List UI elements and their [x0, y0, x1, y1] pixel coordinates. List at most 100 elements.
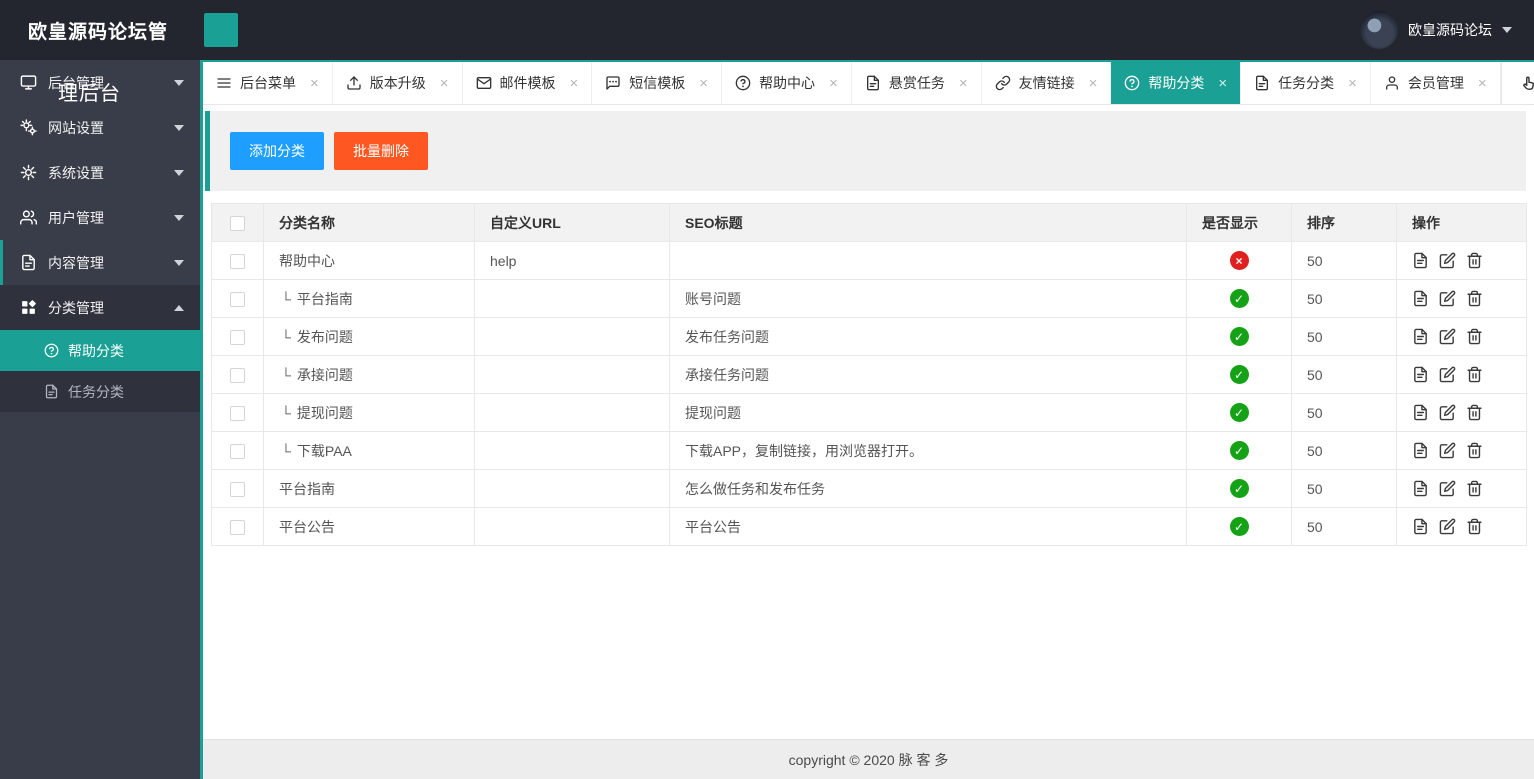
tab[interactable]: 帮助分类 × — [1111, 62, 1242, 104]
seo-title-cell: 承接任务问题 — [669, 355, 1187, 394]
tree-branch-glyph: └ — [281, 366, 291, 383]
sidebar-item[interactable]: 系统设置 — [0, 150, 200, 195]
actions-cell — [1396, 355, 1527, 394]
visible-on-icon[interactable]: ✓ — [1229, 441, 1249, 460]
visible-on-icon[interactable]: ✓ — [1229, 479, 1249, 498]
sidebar-item[interactable]: 用户管理 — [0, 195, 200, 240]
tab[interactable]: 邮件模板 × — [463, 62, 593, 104]
tab[interactable]: 帮助中心 × — [722, 62, 852, 104]
view-button[interactable] — [1412, 518, 1429, 535]
hand-pointer-icon — [1520, 75, 1534, 92]
tab-label: 任务分类 — [1278, 75, 1335, 91]
tab[interactable]: 悬赏任务 × — [852, 62, 982, 104]
tree-branch-glyph: └ — [281, 442, 291, 459]
tab-close-icon[interactable]: × — [570, 75, 579, 92]
sidebar-subitem-label: 任务分类 — [68, 383, 124, 400]
row-checkbox[interactable] — [230, 291, 245, 307]
delete-button[interactable] — [1466, 518, 1483, 535]
visible-on-icon[interactable]: ✓ — [1229, 365, 1249, 384]
view-button[interactable] — [1412, 252, 1429, 269]
row-checkbox[interactable] — [230, 519, 245, 535]
sidebar-subitem-label: 帮助分类 — [68, 342, 124, 359]
select-all-checkbox[interactable] — [230, 215, 245, 231]
seo-title-cell: 账号问题 — [669, 279, 1187, 318]
visible-on-icon[interactable]: ✓ — [1229, 403, 1249, 422]
sidebar-subitem[interactable]: 任务分类 — [0, 371, 200, 412]
visible-cell: × — [1186, 241, 1292, 280]
visible-on-icon[interactable]: ✓ — [1229, 289, 1249, 308]
user-menu[interactable]: 欧皇源码论坛 — [1360, 11, 1534, 49]
delete-button[interactable] — [1466, 442, 1483, 459]
view-button[interactable] — [1412, 480, 1429, 497]
tab-close-icon[interactable]: × — [310, 75, 319, 92]
sidebar-subitem[interactable]: 帮助分类 — [0, 330, 200, 371]
view-button[interactable] — [1412, 290, 1429, 307]
toolbar: 添加分类 批量删除 — [205, 111, 1526, 191]
view-button[interactable] — [1412, 328, 1429, 345]
add-category-button[interactable]: 添加分类 — [230, 132, 324, 170]
tab-close-icon[interactable]: × — [1089, 75, 1098, 92]
table-row: └ 下载PAA 下载APP，复制链接，用浏览器打开。 ✓ 50 — [211, 431, 1527, 470]
sidebar-item-label: 后台管理 — [48, 74, 104, 91]
sidebar-item[interactable]: 分类管理 — [0, 285, 200, 330]
tab-close-icon[interactable]: × — [829, 75, 838, 92]
row-checkbox[interactable] — [230, 367, 245, 383]
tab[interactable]: 短信模板 × — [592, 62, 723, 104]
app-logo: 欧皇源码论坛管 — [28, 21, 169, 43]
tree-branch-glyph: └ — [281, 328, 291, 345]
row-checkbox[interactable] — [230, 443, 245, 459]
edit-button[interactable] — [1439, 404, 1456, 421]
table-row: └ 提现问题 提现问题 ✓ 50 — [211, 393, 1527, 432]
sidebar-item[interactable]: 网站设置 — [0, 105, 200, 150]
visible-on-icon[interactable]: ✓ — [1229, 517, 1249, 536]
tab[interactable]: 任务分类 × — [1241, 62, 1371, 104]
delete-button[interactable] — [1466, 366, 1483, 383]
row-checkbox[interactable] — [230, 253, 245, 269]
sidebar-toggle-button[interactable] — [204, 13, 238, 47]
page-actions-dropdown[interactable]: 页面操作 — [1500, 62, 1534, 104]
edit-button[interactable] — [1439, 290, 1456, 307]
row-checkbox[interactable] — [230, 481, 245, 497]
edit-button[interactable] — [1439, 366, 1456, 383]
tab[interactable]: 友情链接 × — [982, 62, 1112, 104]
delete-button[interactable] — [1466, 290, 1483, 307]
tab-close-icon[interactable]: × — [1218, 75, 1227, 92]
tab[interactable]: 后台菜单 × — [203, 62, 333, 104]
tab-close-icon[interactable]: × — [1348, 75, 1357, 92]
view-button[interactable] — [1412, 442, 1429, 459]
view-button[interactable] — [1412, 366, 1429, 383]
edit-button[interactable] — [1439, 328, 1456, 345]
delete-button[interactable] — [1466, 328, 1483, 345]
delete-button[interactable] — [1466, 480, 1483, 497]
delete-button[interactable] — [1466, 252, 1483, 269]
edit-button[interactable] — [1439, 252, 1456, 269]
column-header: 排序 — [1291, 203, 1397, 242]
tab-label: 后台菜单 — [240, 75, 296, 91]
visible-cell: ✓ — [1186, 355, 1292, 394]
row-checkbox[interactable] — [230, 329, 245, 345]
tab-close-icon[interactable]: × — [1478, 75, 1487, 92]
edit-button[interactable] — [1439, 442, 1456, 459]
view-button[interactable] — [1412, 404, 1429, 421]
tab-close-icon[interactable]: × — [440, 75, 449, 92]
edit-button[interactable] — [1439, 480, 1456, 497]
table-row: └ 发布问题 发布任务问题 ✓ 50 — [211, 317, 1527, 356]
visible-on-icon[interactable]: ✓ — [1229, 327, 1249, 346]
tab[interactable]: 会员管理 × — [1371, 62, 1501, 104]
visible-off-icon[interactable]: × — [1229, 251, 1249, 270]
custom-url-cell — [474, 431, 670, 470]
copyright-text: copyright © 2020 脉 客 多 — [788, 751, 949, 768]
row-checkbox[interactable] — [230, 405, 245, 421]
edit-button[interactable] — [1439, 518, 1456, 535]
tab[interactable]: 版本升级 × — [333, 62, 463, 104]
delete-button[interactable] — [1466, 404, 1483, 421]
sidebar-item[interactable]: 内容管理 — [0, 240, 200, 285]
sidebar-item[interactable]: 后台管理 理后台 — [0, 60, 200, 105]
tab-close-icon[interactable]: × — [699, 75, 708, 92]
actions-cell — [1396, 431, 1527, 470]
batch-delete-button[interactable]: 批量删除 — [334, 132, 428, 170]
tab-label: 短信模板 — [629, 75, 686, 91]
row-select-cell — [211, 469, 264, 508]
visible-cell: ✓ — [1186, 507, 1292, 546]
tab-close-icon[interactable]: × — [959, 75, 968, 92]
